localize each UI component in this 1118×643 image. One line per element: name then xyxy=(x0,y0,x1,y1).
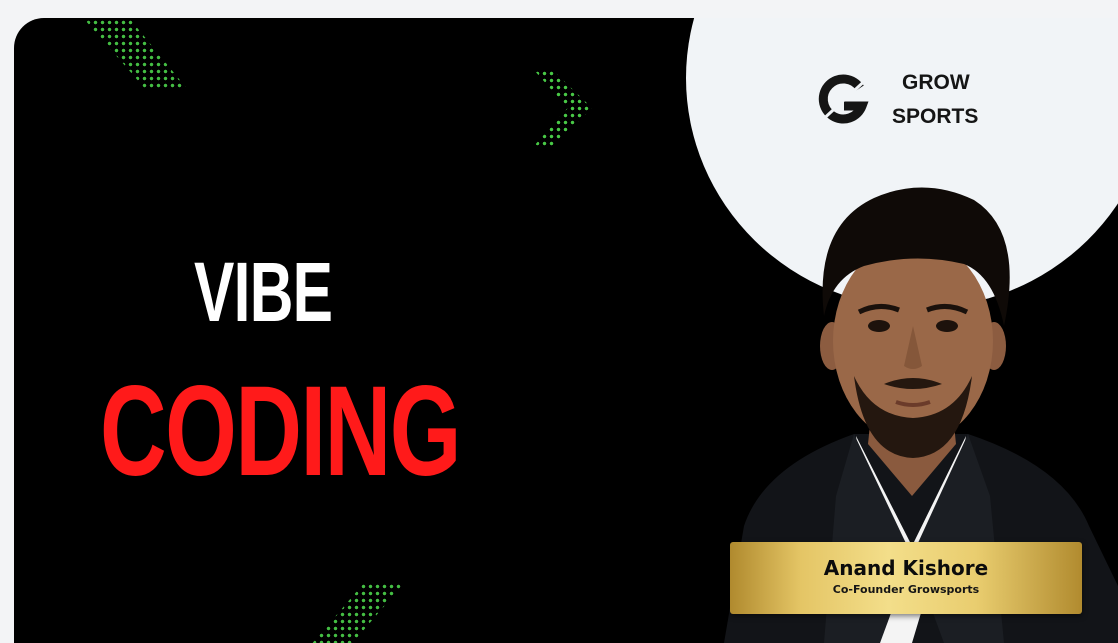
speaker-name: Anand Kishore xyxy=(823,556,989,580)
title-coding: CODING xyxy=(100,360,461,503)
green-chevron-arrow-icon xyxy=(534,70,592,146)
brand-line-sports: SPORTS xyxy=(892,105,979,128)
grow-sports-logo: GROW SPORTS xyxy=(814,66,1004,134)
title-vibe: VIBE xyxy=(194,245,333,339)
g-monogram-logo-icon xyxy=(816,74,872,126)
speaker-role: Co-Founder Growsports xyxy=(832,583,980,596)
green-halftone-stripe-top xyxy=(78,18,188,90)
brand-line-grow: GROW xyxy=(902,71,970,94)
green-halftone-stripe-bottom xyxy=(304,583,404,643)
brand-wordmark: GROW SPORTS xyxy=(892,66,978,134)
speaker-nameplate: Anand Kishore Co-Founder Growsports xyxy=(730,542,1082,614)
